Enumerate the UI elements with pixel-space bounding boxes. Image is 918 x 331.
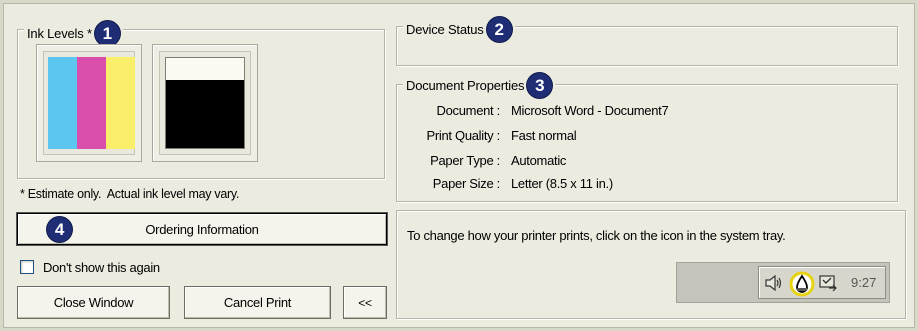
info-text: To change how your printer prints, click… <box>407 228 786 243</box>
callout-3-badge: 3 <box>527 73 553 98</box>
ink-levels-group: Ink Levels * 1 <box>17 21 385 179</box>
black-cartridge <box>152 44 258 162</box>
tray-clock: 9:27 <box>851 275 877 290</box>
dont-show-checkbox[interactable] <box>20 260 34 274</box>
magenta-ink-level <box>77 57 106 149</box>
device-status-label: Device Status <box>406 22 484 37</box>
document-properties-label: Document Properties <box>406 78 525 93</box>
property-row-paper-size: Paper Size : Letter (8.5 x 11 in.) <box>397 176 877 196</box>
property-row-paper-type: Paper Type : Automatic <box>397 153 877 173</box>
callout-4-badge: 4 <box>47 217 72 242</box>
tray-notification-area: 9:27 <box>758 266 886 299</box>
system-tray-illustration: 9:27 <box>676 262 890 303</box>
estimate-note: * Estimate only. Actual ink level may va… <box>20 187 240 201</box>
device-status-group: Device Status 2 <box>396 17 898 66</box>
network-icon[interactable] <box>818 273 838 293</box>
callout-1-badge: 1 <box>94 21 120 46</box>
property-row-document: Document : Microsoft Word - Document7 <box>397 103 877 123</box>
dont-show-checkbox-row[interactable]: Don't show this again <box>20 258 160 276</box>
property-value: Microsoft Word - Document7 <box>511 103 669 118</box>
property-value: Letter (8.5 x 11 in.) <box>511 176 613 191</box>
speaker-icon[interactable] <box>763 273 783 293</box>
property-value: Fast normal <box>511 128 577 143</box>
yellow-ink-level <box>106 57 135 149</box>
ordering-information-button[interactable]: 4 Ordering Information <box>17 213 387 245</box>
ink-levels-label: Ink Levels * <box>27 26 92 41</box>
cyan-ink-level <box>48 57 77 149</box>
dont-show-label: Don't show this again <box>43 259 160 275</box>
close-window-button[interactable]: Close Window <box>17 286 170 319</box>
callout-2-badge: 2 <box>486 17 512 42</box>
property-label: Paper Size : <box>432 176 501 191</box>
collapse-button[interactable]: << <box>343 286 387 319</box>
black-ink-level <box>166 79 244 148</box>
document-properties-group: Document Properties 3 Document : Microso… <box>396 73 898 202</box>
property-label: Document : <box>436 103 501 118</box>
property-row-print-quality: Print Quality : Fast normal <box>397 128 877 148</box>
property-value: Automatic <box>511 153 567 168</box>
tricolor-cartridge <box>36 44 142 162</box>
cancel-print-button[interactable]: Cancel Print <box>184 286 331 319</box>
printer-tray-icon[interactable] <box>789 271 815 297</box>
ordering-information-label: Ordering Information <box>145 221 259 237</box>
property-label: Paper Type : <box>430 153 500 168</box>
property-label: Print Quality : <box>426 128 500 143</box>
